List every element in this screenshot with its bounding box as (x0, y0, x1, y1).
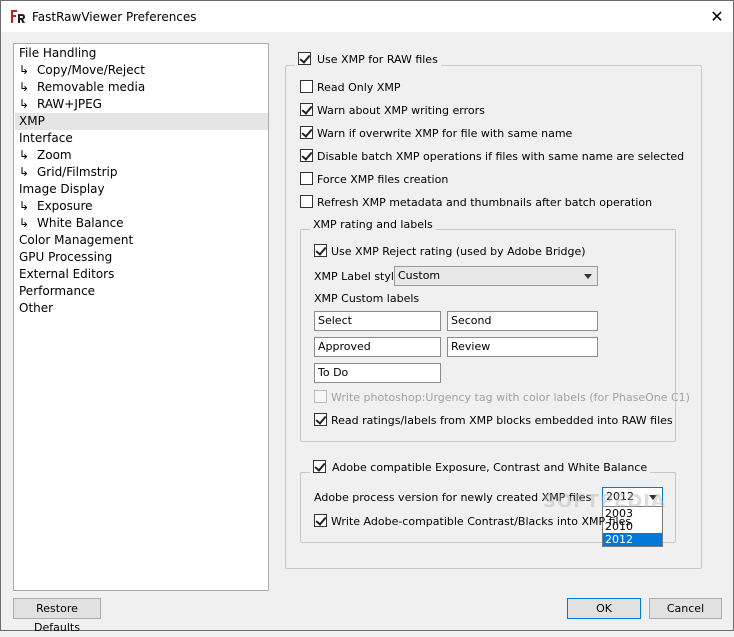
chevron-down-icon (584, 274, 592, 279)
use-xmp-header: Use XMP for RAW files (295, 52, 441, 68)
nav-item-raw-jpeg[interactable]: ↳ RAW+JPEG (15, 96, 268, 113)
sub-arrow-icon: ↳ (19, 80, 30, 94)
close-button[interactable]: ✕ (703, 7, 731, 27)
close-icon: ✕ (710, 7, 724, 26)
adobe-compatible-label: Adobe compatible Exposure, Contrast and … (332, 461, 648, 474)
urgency-tag-checkbox[interactable] (314, 390, 327, 403)
sub-arrow-icon: ↳ (19, 165, 30, 179)
nav-item-performance[interactable]: Performance (15, 283, 268, 300)
use-reject-checkbox[interactable] (314, 244, 327, 257)
read-only-xmp-label: Read Only XMP (317, 81, 401, 94)
nav-item-label: Color Management (19, 233, 134, 247)
nav-item-zoom[interactable]: ↳ Zoom (15, 147, 268, 164)
sub-arrow-icon: ↳ (19, 148, 30, 162)
process-version-option-2012[interactable]: 2012 (603, 533, 662, 546)
refresh-metadata-label: Refresh XMP metadata and thumbnails afte… (317, 196, 653, 209)
restore-defaults-button[interactable]: Restore Defaults (13, 598, 101, 634)
use-xmp-checkbox[interactable] (298, 52, 311, 65)
rating-labels-title: XMP rating and labels (310, 218, 436, 231)
read-embedded-label: Read ratings/labels from XMP blocks embe… (331, 414, 673, 427)
label-style-label: XMP Label style (314, 270, 401, 283)
cancel-button[interactable]: Cancel (649, 598, 722, 619)
nav-item-label: File Handling (19, 46, 97, 60)
adobe-compatible-header: Adobe compatible Exposure, Contrast and … (310, 460, 651, 476)
nav-item-label: GPU Processing (19, 250, 113, 264)
nav-item-label: Other (19, 301, 54, 315)
custom-label-field-3[interactable]: Approved (314, 337, 441, 357)
nav-item-copy-move-reject[interactable]: ↳ Copy/Move/Reject (15, 62, 268, 79)
urgency-tag-label: Write photoshop:Urgency tag with color l… (331, 391, 690, 404)
watermark: SOFTPEDIA (543, 491, 666, 512)
nav-item-label: External Editors (19, 267, 115, 281)
nav-item-label: Zoom (37, 148, 72, 162)
warn-overwrite-checkbox[interactable] (300, 126, 313, 139)
nav-item-grid-filmstrip[interactable]: ↳ Grid/Filmstrip (15, 164, 268, 181)
nav-item-label: Exposure (37, 199, 93, 213)
nav-item-xmp[interactable]: XMP (15, 113, 268, 130)
read-embedded-checkbox[interactable] (314, 413, 327, 426)
custom-label-field-2[interactable]: Second (447, 311, 598, 331)
custom-label-field-5[interactable]: To Do (314, 363, 441, 383)
sub-arrow-icon: ↳ (19, 63, 30, 77)
warn-overwrite-label: Warn if overwrite XMP for file with same… (317, 127, 573, 140)
nav-item-label: Performance (19, 284, 96, 298)
use-reject-label: Use XMP Reject rating (used by Adobe Bri… (331, 245, 586, 258)
sub-arrow-icon: ↳ (19, 199, 30, 213)
disable-batch-label: Disable batch XMP operations if files wi… (317, 150, 685, 163)
nav-item-white-balance[interactable]: ↳ White Balance (15, 215, 268, 232)
nav-item-label: Copy/Move/Reject (37, 63, 145, 77)
rating-labels-group (300, 229, 676, 442)
category-list[interactable]: File Handling ↳ Copy/Move/Reject ↳ Removab… (13, 43, 269, 591)
sub-arrow-icon: ↳ (19, 216, 30, 230)
nav-item-label: XMP (19, 114, 45, 128)
nav-item-interface[interactable]: Interface (15, 130, 268, 147)
nav-item-other[interactable]: Other (15, 300, 268, 317)
warn-errors-checkbox[interactable] (300, 103, 313, 116)
label-style-value: Custom (398, 269, 441, 282)
nav-item-gpu-processing[interactable]: GPU Processing (15, 249, 268, 266)
custom-label-field-1[interactable]: Select (314, 311, 441, 331)
disable-batch-checkbox[interactable] (300, 149, 313, 162)
nav-item-image-display[interactable]: Image Display (15, 181, 268, 198)
read-only-xmp-checkbox[interactable] (300, 80, 313, 93)
sub-arrow-icon: ↳ (19, 97, 30, 111)
adobe-compatible-checkbox[interactable] (313, 460, 326, 473)
nav-item-label: Image Display (19, 182, 105, 196)
nav-item-exposure[interactable]: ↳ Exposure (15, 198, 268, 215)
window-title: FastRawViewer Preferences (32, 10, 197, 24)
nav-item-label: RAW+JPEG (37, 97, 102, 111)
ok-button[interactable]: OK (567, 598, 641, 619)
nav-item-color-management[interactable]: Color Management (15, 232, 268, 249)
title-bar: FastRawViewer Preferences ✕ (1, 1, 733, 32)
nav-item-label: Interface (19, 131, 73, 145)
fastrawviewer-logo-icon (10, 9, 26, 25)
force-creation-label: Force XMP files creation (317, 173, 449, 186)
nav-item-external-editors[interactable]: External Editors (15, 266, 268, 283)
nav-item-label: Removable media (37, 80, 146, 94)
nav-item-label: White Balance (37, 216, 124, 230)
custom-labels-title: XMP Custom labels (314, 292, 420, 305)
warn-errors-label: Warn about XMP writing errors (317, 104, 485, 117)
preferences-window: FastRawViewer Preferences ✕ File Handlin… (0, 0, 734, 634)
label-style-select[interactable]: Custom (394, 266, 598, 286)
nav-item-file-handling[interactable]: File Handling (15, 45, 268, 62)
write-contrast-checkbox[interactable] (314, 514, 327, 527)
refresh-metadata-checkbox[interactable] (300, 195, 313, 208)
custom-label-field-4[interactable]: Review (447, 337, 598, 357)
use-xmp-label: Use XMP for RAW files (317, 53, 438, 66)
nav-item-removable-media[interactable]: ↳ Removable media (15, 79, 268, 96)
force-creation-checkbox[interactable] (300, 172, 313, 185)
write-contrast-label: Write Adobe-compatible Contrast/Blacks i… (331, 515, 632, 528)
nav-item-label: Grid/Filmstrip (37, 165, 118, 179)
